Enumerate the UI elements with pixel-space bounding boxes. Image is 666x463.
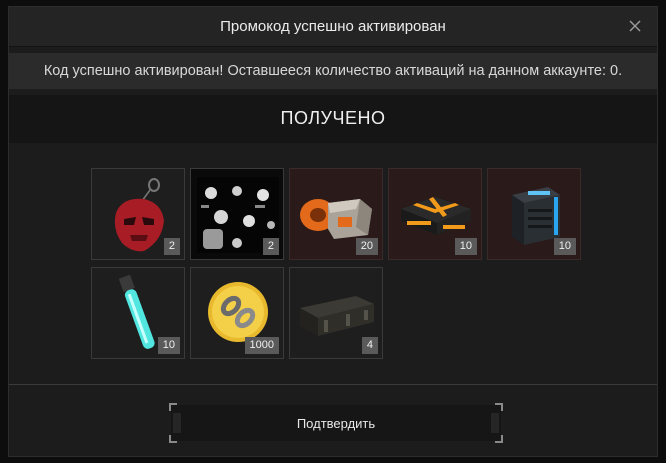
activation-message: Код успешно активирован! Оставшееся коли… bbox=[43, 63, 623, 79]
item-count: 10 bbox=[454, 238, 477, 255]
dialog-titlebar: Промокод успешно активирован bbox=[9, 7, 657, 47]
promo-dialog: Промокод успешно активирован Код успешно… bbox=[8, 6, 658, 457]
item-count: 2 bbox=[163, 238, 180, 255]
footer-divider bbox=[9, 384, 657, 385]
received-header: ПОЛУЧЕНО bbox=[9, 95, 657, 143]
confirm-button[interactable]: Подтвердить bbox=[169, 403, 503, 443]
reward-item[interactable]: 2 bbox=[91, 168, 185, 260]
item-count: 2 bbox=[262, 238, 279, 255]
item-count: 20 bbox=[355, 238, 378, 255]
reward-item[interactable]: 10 bbox=[91, 267, 185, 359]
activation-message-bar: Код успешно активирован! Оставшееся коли… bbox=[9, 53, 657, 89]
reward-item[interactable]: 4 bbox=[289, 267, 383, 359]
received-label: ПОЛУЧЕНО bbox=[280, 108, 386, 128]
reward-item[interactable]: 10 bbox=[487, 168, 581, 260]
item-count: 1000 bbox=[244, 337, 279, 354]
confirm-button-label: Подтвердить bbox=[296, 416, 376, 431]
close-icon[interactable] bbox=[625, 16, 645, 36]
reward-item[interactable]: 20 bbox=[289, 168, 383, 260]
reward-item[interactable]: 2 bbox=[190, 168, 284, 260]
dialog-title: Промокод успешно активирован bbox=[220, 18, 446, 35]
item-count: 10 bbox=[553, 238, 576, 255]
reward-item[interactable]: 1000 bbox=[190, 267, 284, 359]
reward-item[interactable]: 10 bbox=[388, 168, 482, 260]
item-count: 10 bbox=[157, 337, 180, 354]
item-count: 4 bbox=[361, 337, 378, 354]
